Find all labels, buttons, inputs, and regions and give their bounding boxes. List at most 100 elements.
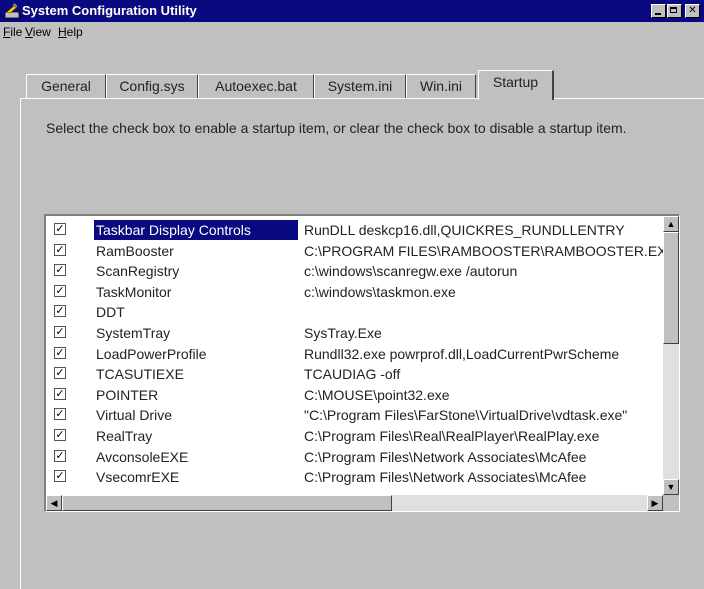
- system-config-icon: [4, 3, 20, 19]
- checkmark-icon: ✓: [55, 305, 65, 318]
- startup-item-row[interactable]: ✓ TCASUTIEXE TCAUDIAG -off: [46, 364, 664, 385]
- close-icon: ✕: [688, 5, 697, 16]
- startup-item-command: C:\PROGRAM FILES\RAMBOOSTER\RAMBOOSTER.E…: [304, 242, 664, 259]
- startup-item-row[interactable]: ✓ Virtual Drive "C:\Program Files\FarStone…: [46, 405, 664, 426]
- minimize-button[interactable]: [651, 4, 666, 18]
- menu-help[interactable]: Help: [58, 24, 83, 40]
- tab-config-sys[interactable]: Config.sys: [106, 74, 198, 98]
- startup-item-row[interactable]: ✓ POINTER C:\MOUSE\point32.exe: [46, 385, 664, 406]
- startup-item-name: SystemTray: [96, 324, 171, 341]
- maximize-button[interactable]: [667, 4, 682, 18]
- tab-autoexec-bat[interactable]: Autoexec.bat: [198, 74, 314, 98]
- menu-view[interactable]: View: [25, 24, 51, 40]
- startup-item-checkbox[interactable]: ✓: [54, 428, 66, 441]
- menu-bar: File View Help: [0, 22, 704, 42]
- startup-item-name: AvconsoleEXE: [96, 448, 189, 465]
- maximize-icon: [670, 7, 677, 13]
- startup-item-checkbox[interactable]: ✓: [54, 325, 66, 338]
- startup-item-row[interactable]: ✓ VsecomrEXE C:\Program Files\Network Asso…: [46, 467, 664, 488]
- checkmark-icon: ✓: [55, 367, 65, 380]
- startup-item-row[interactable]: ✓ Taskbar Display Controls RunDLL deskcp16…: [46, 220, 664, 241]
- startup-item-command: SysTray.Exe: [304, 324, 382, 341]
- startup-items-rows: ✓ Taskbar Display Controls RunDLL deskcp16…: [46, 220, 664, 488]
- checkmark-icon: ✓: [55, 284, 65, 297]
- tab-general[interactable]: General: [26, 74, 106, 98]
- scroll-right-button[interactable]: ▶: [647, 495, 663, 511]
- scroll-down-button[interactable]: ▼: [663, 479, 679, 495]
- startup-item-row[interactable]: ✓ AvconsoleEXE C:\Program Files\Network As…: [46, 447, 664, 468]
- startup-item-command: c:\windows\taskmon.exe: [304, 283, 456, 300]
- horizontal-scroll-thumb[interactable]: [62, 495, 392, 511]
- startup-item-name: ScanRegistry: [96, 263, 180, 280]
- startup-item-checkbox[interactable]: ✓: [54, 346, 66, 359]
- horizontal-scrollbar[interactable]: ◀ ▶: [46, 495, 663, 511]
- startup-item-command: C:\Program Files\Network Associates\McAf…: [304, 448, 587, 465]
- checkmark-icon: ✓: [55, 243, 65, 256]
- startup-item-command: Rundll32.exe powrprof.dll,LoadCurrentPwr…: [304, 345, 620, 362]
- window-title: System Configuration Utility: [22, 3, 197, 18]
- tab-startup[interactable]: Startup: [478, 70, 554, 100]
- startup-item-command: c:\windows\scanregw.exe /autorun: [304, 263, 518, 280]
- scrollbar-corner: [663, 495, 679, 511]
- startup-item-command: RunDLL deskcp16.dll,QUICKRES_RUNDLLENTRY: [304, 222, 625, 238]
- checkmark-icon: ✓: [55, 408, 65, 421]
- scroll-down-arrow-icon: ▼: [666, 482, 676, 492]
- startup-item-command: "C:\Program Files\FarStone\VirtualDrive\…: [304, 407, 628, 424]
- tab-system-ini[interactable]: System.ini: [314, 74, 406, 98]
- scroll-left-button[interactable]: ◀: [46, 495, 62, 511]
- startup-item-name: RamBooster: [96, 242, 174, 259]
- startup-item-checkbox[interactable]: ✓: [54, 449, 66, 462]
- startup-item-row[interactable]: ✓ LoadPowerProfile Rundll32.exe powrprof.d…: [46, 344, 664, 365]
- vertical-scroll-thumb[interactable]: [663, 232, 679, 344]
- startup-items-list[interactable]: ✓ Taskbar Display Controls RunDLL deskcp16…: [44, 214, 680, 512]
- checkmark-icon: ✓: [55, 428, 65, 441]
- startup-item-row[interactable]: ✓ RamBooster C:\PROGRAM FILES\RAMBOOSTER\R…: [46, 241, 664, 262]
- startup-item-name: TaskMonitor: [96, 283, 172, 300]
- startup-item-name: LoadPowerProfile: [96, 345, 207, 362]
- startup-item-name: VsecomrEXE: [96, 469, 180, 486]
- tab-win-ini[interactable]: Win.ini: [406, 74, 476, 98]
- startup-item-checkbox[interactable]: ✓: [54, 243, 66, 256]
- startup-item-checkbox[interactable]: ✓: [54, 305, 66, 318]
- startup-item-command: C:\Program Files\Network Associates\McAf…: [304, 469, 587, 486]
- startup-item-checkbox[interactable]: ✓: [54, 223, 66, 235]
- startup-item-checkbox[interactable]: ✓: [54, 264, 66, 277]
- title-bar[interactable]: System Configuration Utility ✕: [0, 0, 704, 22]
- menu-file[interactable]: File: [3, 24, 22, 40]
- startup-item-checkbox[interactable]: ✓: [54, 367, 66, 380]
- startup-item-row[interactable]: ✓ DDT: [46, 302, 664, 323]
- system-configuration-window: System Configuration Utility ✕ File View…: [0, 0, 704, 589]
- startup-item-command: TCAUDIAG -off: [304, 366, 401, 383]
- instruction-text: Select the check box to enable a startup…: [46, 120, 627, 136]
- scroll-up-button[interactable]: ▲: [663, 216, 679, 232]
- startup-item-name: Virtual Drive: [96, 407, 172, 424]
- startup-item-checkbox[interactable]: ✓: [54, 387, 66, 400]
- startup-item-name: POINTER: [96, 386, 159, 403]
- startup-item-row[interactable]: ✓ TaskMonitor c:\windows\taskmon.exe: [46, 282, 664, 303]
- scroll-up-arrow-icon: ▲: [666, 219, 676, 229]
- startup-item-command: C:\MOUSE\point32.exe: [304, 386, 450, 403]
- startup-item-name: Taskbar Display Controls: [94, 220, 298, 240]
- startup-item-name: TCASUTIEXE: [96, 366, 184, 383]
- startup-item-row[interactable]: ✓ ScanRegistry c:\windows\scanregw.exe /au…: [46, 261, 664, 282]
- startup-item-command: C:\Program Files\Real\RealPlayer\RealPla…: [304, 427, 600, 444]
- startup-item-name: RealTray: [96, 427, 153, 444]
- checkmark-icon: ✓: [55, 223, 65, 235]
- checkmark-icon: ✓: [55, 264, 65, 277]
- close-button[interactable]: ✕: [685, 4, 700, 18]
- checkmark-icon: ✓: [55, 470, 65, 483]
- startup-item-checkbox[interactable]: ✓: [54, 470, 66, 483]
- startup-item-checkbox[interactable]: ✓: [54, 284, 66, 297]
- startup-item-checkbox[interactable]: ✓: [54, 408, 66, 421]
- checkmark-icon: ✓: [55, 387, 65, 400]
- minimize-icon: [655, 13, 661, 15]
- scroll-left-arrow-icon: ◀: [50, 498, 58, 508]
- checkmark-icon: ✓: [55, 346, 65, 359]
- scroll-right-arrow-icon: ▶: [651, 498, 659, 508]
- checkmark-icon: ✓: [55, 449, 65, 462]
- vertical-scrollbar[interactable]: ▲ ▼: [663, 216, 679, 495]
- startup-item-name: DDT: [96, 304, 125, 321]
- startup-item-row[interactable]: ✓ SystemTray SysTray.Exe: [46, 323, 664, 344]
- checkmark-icon: ✓: [55, 325, 65, 338]
- startup-item-row[interactable]: ✓ RealTray C:\Program Files\Real\RealPlaye…: [46, 426, 664, 447]
